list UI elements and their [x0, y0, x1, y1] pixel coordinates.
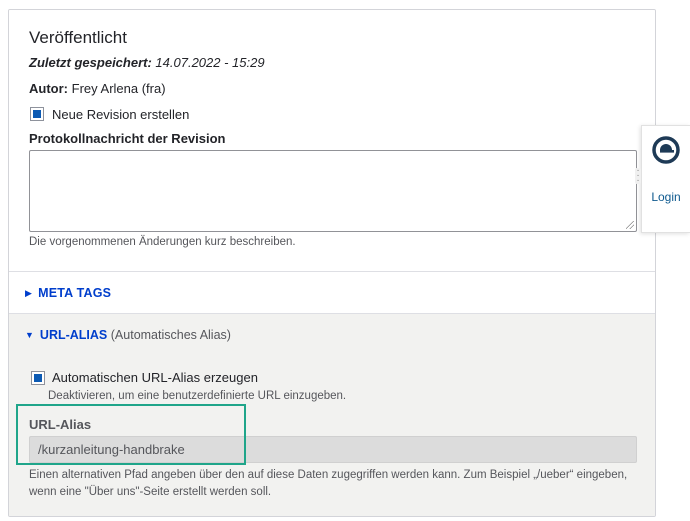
published-title: Veröffentlicht [29, 28, 127, 47]
revision-log-label: Protokollnachricht der Revision [29, 131, 226, 146]
sidebar-panel: Veröffentlicht Zuletzt gespeichert: 14.0… [8, 9, 656, 517]
meta-tags-label: META TAGS [38, 286, 112, 300]
drag-handle-icon[interactable]: · · · [635, 166, 641, 186]
meta-tags-toggle[interactable]: ▶ META TAGS [25, 286, 111, 300]
published-section: Veröffentlicht Zuletzt gespeichert: 14.0… [9, 10, 655, 272]
url-alias-field-label: URL-Alias [29, 417, 92, 432]
new-revision-label[interactable]: Neue Revision erstellen [52, 107, 189, 122]
revision-log-description: Die vorgenommenen Änderungen kurz beschr… [29, 236, 296, 248]
url-alias-field-description: Einen alternativen Pfad angeben über den… [29, 469, 628, 498]
login-link[interactable]: Login [642, 190, 690, 204]
triangle-down-icon: ▼ [25, 330, 34, 340]
url-alias-heading: URL-ALIAS [39, 328, 108, 342]
url-alias-section: ▼ URL-ALIAS (Automatisches Alias) Automat… [9, 314, 655, 516]
meta-tags-section: ▶ META TAGS [9, 272, 655, 314]
author-value: Frey Arlena (fra) [71, 81, 166, 96]
triangle-right-icon: ▶ [25, 288, 33, 298]
circle-logo-icon [652, 136, 680, 164]
new-revision-checkbox[interactable] [30, 107, 44, 121]
auto-alias-checkbox[interactable] [31, 371, 45, 385]
author-label: Autor: [29, 81, 68, 96]
url-alias-toggle[interactable]: ▼ URL-ALIAS (Automatisches Alias) [25, 328, 231, 342]
last-saved-label: Zuletzt gespeichert: [29, 55, 152, 70]
last-saved: Zuletzt gespeichert: 14.07.2022 - 15:29 [29, 55, 265, 70]
resize-handle-icon[interactable] [626, 221, 634, 229]
url-alias-summary: (Automatisches Alias) [110, 328, 231, 342]
url-alias-input[interactable]: /kurzanleitung-handbrake [29, 436, 637, 463]
author: Autor: Frey Arlena (fra) [29, 81, 166, 96]
auto-alias-description: Deaktivieren, um eine benutzerdefinierte… [48, 390, 347, 402]
revision-log-textarea[interactable] [29, 150, 637, 232]
last-saved-value: 14.07.2022 - 15:29 [155, 55, 265, 70]
login-widget[interactable]: · · · Login [635, 125, 690, 233]
auto-alias-label[interactable]: Automatischen URL-Alias erzeugen [52, 370, 258, 385]
